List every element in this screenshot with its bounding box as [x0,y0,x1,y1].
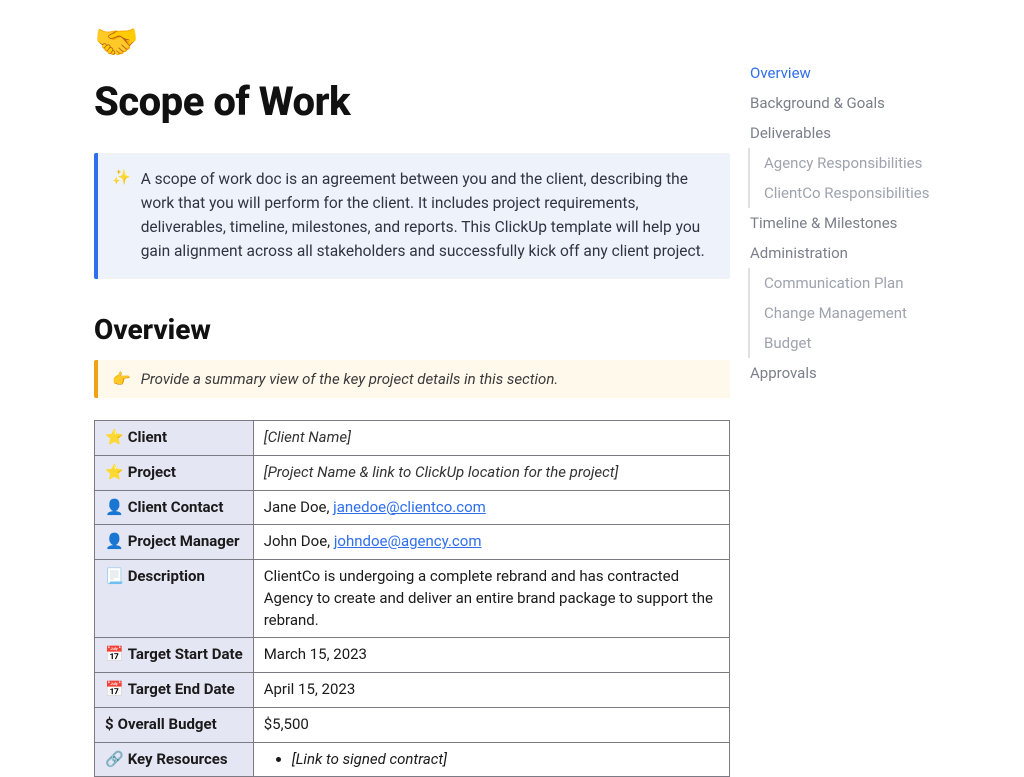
table-value-cell: Jane Doe, janedoe@clientco.com [253,490,729,525]
page-title: Scope of Work [94,78,730,125]
cell-label: Client Contact [128,498,224,516]
table-value-cell: ClientCo is undergoing a complete rebran… [253,560,729,638]
cell-icon: 📅 [105,645,124,663]
table-label-cell: 📅Target Start Date [95,638,254,673]
resource-list: [Link to signed contract] [264,749,719,771]
list-item: [Link to signed contract] [292,749,719,771]
intro-callout: ✨ A scope of work doc is an agreement be… [94,153,730,279]
cell-label: Key Resources [128,750,228,768]
table-label-cell: 📃Description [95,560,254,638]
cell-label: Description [128,567,205,585]
table-value-cell: [Link to signed contract] [253,742,729,777]
table-label-cell: ⭐Client [95,421,254,456]
toc-item[interactable]: Administration [746,238,980,268]
toc-item[interactable]: Change Management [750,298,980,328]
cell-value: $5,500 [264,715,309,733]
table-row: $Overall Budget $5,500 [95,707,730,742]
table-label-cell: 👤Client Contact [95,490,254,525]
table-row: ⭐Project [Project Name & link to ClickUp … [95,455,730,490]
point-right-icon: 👉 [112,370,131,388]
contact-email-link[interactable]: johndoe@agency.com [334,532,482,550]
toc-subgroup: Agency ResponsibilitiesClientCo Responsi… [748,148,980,208]
table-value-cell: [Client Name] [253,421,729,456]
toc-item[interactable]: Deliverables [746,118,980,148]
contact-email-link[interactable]: janedoe@clientco.com [333,498,486,516]
handshake-icon: 🤝 [94,24,730,60]
table-value-cell: March 15, 2023 [253,638,729,673]
cell-icon: 👤 [105,498,124,516]
intro-callout-text: A scope of work doc is an agreement betw… [141,167,712,263]
table-row: 📃DescriptionClientCo is undergoing a com… [95,560,730,638]
toc-subgroup: Communication PlanChange ManagementBudge… [748,268,980,358]
cell-value: March 15, 2023 [264,645,367,663]
toc-item[interactable]: Background & Goals [746,88,980,118]
placeholder-text: [Client Name] [264,428,351,446]
table-value-cell: [Project Name & link to ClickUp location… [253,455,729,490]
placeholder-text: [Project Name & link to ClickUp location… [264,463,619,481]
document-main: 🤝 Scope of Work ✨ A scope of work doc is… [0,24,740,777]
toc-item[interactable]: Agency Responsibilities [750,148,980,178]
cell-icon: ⭐ [105,463,124,481]
toc-item[interactable]: Budget [750,328,980,358]
table-value-cell: John Doe, johndoe@agency.com [253,525,729,560]
table-row: 📅Target Start Date March 15, 2023 [95,638,730,673]
table-row: 👤Project ManagerJohn Doe, johndoe@agency… [95,525,730,560]
toc-sidebar: OverviewBackground & GoalsDeliverablesAg… [740,24,980,777]
cell-icon: $ [105,715,114,733]
table-row: ⭐Client [Client Name] [95,421,730,456]
contact-name: John Doe [264,532,327,550]
toc-item[interactable]: ClientCo Responsibilities [750,178,980,208]
toc-item[interactable]: Approvals [746,358,980,388]
cell-icon: 👤 [105,532,124,550]
toc-item[interactable]: Communication Plan [750,268,980,298]
overview-tip-text: Provide a summary view of the key projec… [141,370,559,388]
table-value-cell: $5,500 [253,707,729,742]
toc-item[interactable]: Timeline & Milestones [746,208,980,238]
contact-name: Jane Doe [264,498,327,516]
cell-icon: 📅 [105,680,124,698]
table-label-cell: ⭐Project [95,455,254,490]
table-label-cell: 👤Project Manager [95,525,254,560]
cell-value: ClientCo is undergoing a complete rebran… [264,567,713,629]
table-row: 🔗Key Resources [Link to signed contract] [95,742,730,777]
cell-icon: ⭐ [105,428,124,446]
cell-icon: 🔗 [105,750,124,768]
table-row: 👤Client ContactJane Doe, janedoe@clientc… [95,490,730,525]
cell-value: April 15, 2023 [264,680,356,698]
cell-label: Target Start Date [128,645,243,663]
overview-heading: Overview [94,313,730,346]
cell-label: Target End Date [128,680,235,698]
cell-label: Client [128,428,167,446]
toc-item[interactable]: Overview [746,58,980,88]
table-label-cell: 🔗Key Resources [95,742,254,777]
overview-table: ⭐Client [Client Name] ⭐Project [Project Nam… [94,420,730,777]
cell-label: Project Manager [128,532,240,550]
cell-label: Overall Budget [118,715,217,733]
overview-tip: 👉 Provide a summary view of the key proj… [94,360,730,398]
cell-icon: 📃 [105,567,124,585]
sparkles-icon: ✨ [112,168,131,186]
table-label-cell: $Overall Budget [95,707,254,742]
cell-label: Project [128,463,176,481]
